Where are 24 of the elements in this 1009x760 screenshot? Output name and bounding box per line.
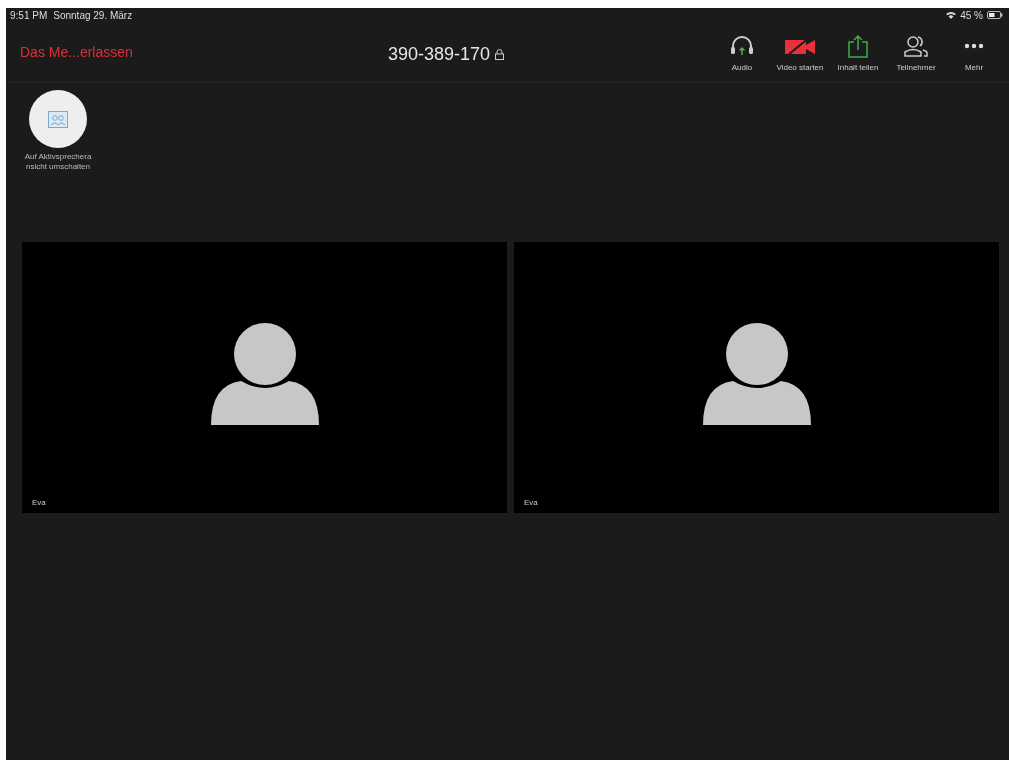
- participant-name: Eva: [32, 498, 46, 507]
- participants-icon: [904, 34, 928, 57]
- toolbar-button[interactable]: Audio: [713, 30, 771, 74]
- participant-name: Eva: [524, 498, 538, 507]
- toolbar-button[interactable]: Mehr: [945, 30, 1003, 74]
- lock-icon: [495, 49, 505, 60]
- status-date: Sonntag 29. März: [53, 9, 133, 21]
- toolbar-button[interactable]: Teilnehmer: [887, 30, 945, 74]
- share-icon: [847, 33, 869, 58]
- avatar-icon: [702, 322, 811, 425]
- avatar-icon: [210, 322, 319, 425]
- view-switch-label: Auf Aktivsprecheransicht umschalten: [23, 152, 93, 172]
- headphones-icon: [730, 34, 754, 57]
- toolbar-button[interactable]: Video starten: [771, 30, 829, 74]
- view-switch-button[interactable]: [29, 90, 87, 148]
- gallery-view-icon: [48, 110, 68, 128]
- battery-icon: [987, 11, 1003, 19]
- more-icon: [964, 42, 984, 49]
- battery-percent: 45 %: [960, 9, 983, 21]
- meeting-id: 390-389-170: [388, 44, 491, 65]
- leave-button[interactable]: Das Me...erlassen: [14, 40, 139, 64]
- wifi-icon: [946, 11, 957, 19]
- toolbar-button[interactable]: Inhalt teilen: [829, 30, 887, 74]
- status-time: 9:51 PM: [10, 9, 48, 21]
